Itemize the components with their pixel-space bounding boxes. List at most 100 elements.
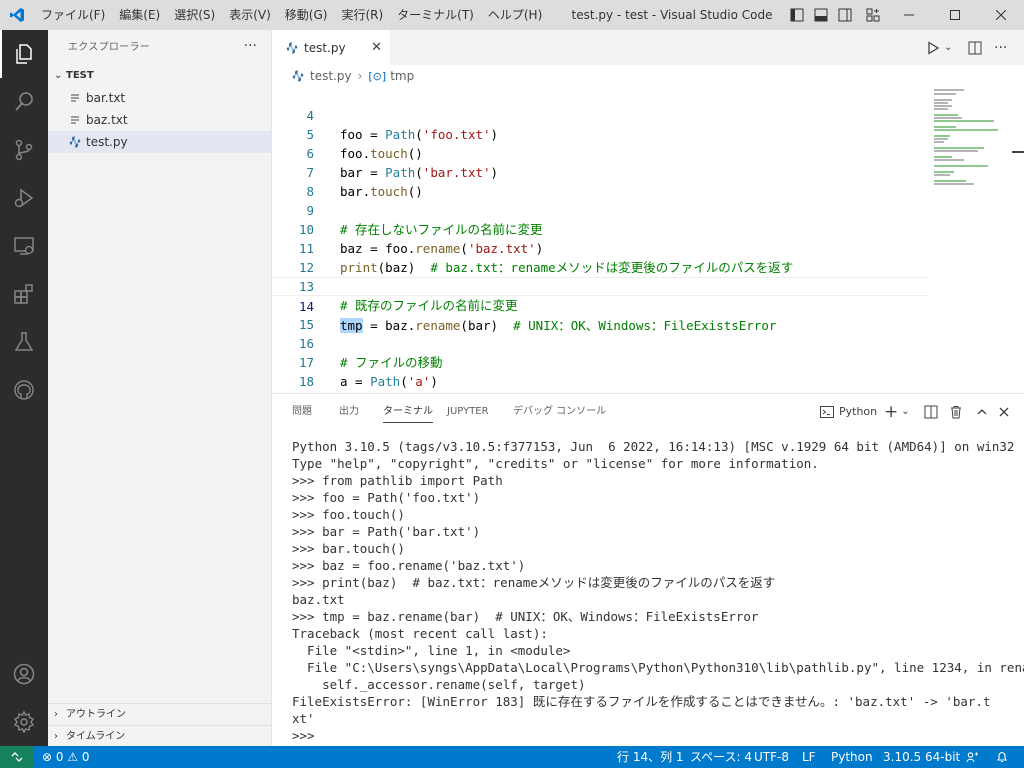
terminal-shell-selector[interactable]: Python — [820, 394, 877, 429]
code-editor[interactable]: 4 foo = Path('foo.txt') 5 foo.touch() 6 … — [272, 87, 928, 393]
code-line[interactable]: 18 a.mkdir() — [272, 353, 928, 389]
toggle-secondary-sidebar-icon[interactable] — [832, 0, 858, 30]
notifications-bell-icon[interactable] — [996, 751, 1008, 765]
account-icon[interactable] — [0, 650, 48, 698]
code-line[interactable]: 15 — [272, 296, 928, 332]
python-file-icon — [68, 136, 82, 148]
tab-label: test.py — [304, 40, 346, 55]
tab-terminal[interactable]: ターミナル — [383, 394, 433, 429]
problems-indicator[interactable]: ⊗ 0 ⚠ 0 — [42, 746, 90, 768]
code-line[interactable]: 10 baz = foo.rename('baz.txt') — [272, 201, 928, 256]
minimap-line — [934, 171, 954, 173]
maximize-button[interactable] — [932, 0, 978, 30]
customize-layout-icon[interactable] — [860, 0, 886, 30]
end-of-line[interactable]: LF — [802, 746, 816, 768]
python-file-icon — [292, 70, 304, 82]
menu-terminal[interactable]: ターミナル(T) — [390, 0, 481, 30]
github-icon[interactable] — [0, 366, 48, 414]
remote-explorer-icon[interactable] — [0, 222, 48, 270]
menu-run[interactable]: 実行(R) — [334, 0, 390, 30]
breadcrumb-file[interactable]: test.py — [310, 69, 352, 83]
tab-debug-console[interactable]: デバッグ コンソール — [513, 394, 606, 429]
code-line[interactable]: 12 — [272, 239, 928, 275]
tab-output[interactable]: 出力 — [339, 394, 359, 429]
minimap-line — [934, 105, 952, 107]
language-mode[interactable]: Python — [831, 746, 873, 768]
variable-icon: [⊙] — [368, 69, 387, 83]
terminal-line: >>> foo.touch() — [292, 507, 405, 522]
new-terminal-icon[interactable]: + ⌄ — [884, 394, 910, 429]
code-line[interactable]: 13 # 既存のファイルの名前に変更 — [272, 258, 928, 313]
menu-edit[interactable]: 編集(E) — [112, 0, 167, 30]
extensions-icon[interactable] — [0, 270, 48, 318]
minimap[interactable] — [928, 87, 1024, 393]
code-line[interactable]: 11 print(baz) # baz.txt：renameメソッドは変更後のフ… — [272, 220, 928, 275]
menu-selection[interactable]: 選択(S) — [167, 0, 222, 30]
python-interpreter[interactable]: 3.10.5 64-bit — [883, 746, 960, 768]
run-debug-icon[interactable] — [0, 174, 48, 222]
timeline-section[interactable]: › タイムライン — [48, 725, 271, 747]
testing-icon[interactable] — [0, 318, 48, 366]
code-line[interactable]: 16 # ファイルの移動 — [272, 315, 928, 370]
code-line[interactable]: 8 — [272, 163, 928, 199]
editor-tab-bar: test.py ✕ ⌄ ··· — [272, 30, 1024, 65]
code-line[interactable]: 17 a = Path('a') — [272, 334, 928, 389]
tab-problems[interactable]: 問題 — [292, 394, 312, 429]
terminal-line: >>> baz = foo.rename('baz.txt') — [292, 558, 526, 573]
shell-name: Python — [839, 405, 878, 418]
file-item-bar-txt[interactable]: bar.txt — [48, 87, 271, 109]
encoding[interactable]: UTF-8 — [754, 746, 789, 768]
minimap-line — [934, 102, 948, 104]
close-tab-icon[interactable]: ✕ — [371, 30, 382, 65]
explorer-title: エクスプローラー — [68, 42, 151, 53]
explorer-icon[interactable] — [0, 30, 48, 78]
code-line[interactable]: 4 foo = Path('foo.txt') — [272, 87, 928, 142]
terminal-line: >>> from pathlib import Path — [292, 473, 503, 488]
menu-view[interactable]: 表示(V) — [222, 0, 278, 30]
terminal-line: Python 3.10.5 (tags/v3.10.5:f377153, Jun… — [292, 439, 1015, 454]
more-actions-icon[interactable]: ··· — [994, 30, 1007, 65]
minimap-line — [934, 99, 952, 101]
split-editor-icon[interactable] — [968, 30, 982, 65]
close-panel-icon[interactable] — [999, 394, 1009, 429]
code-line[interactable]: 5 foo.touch() — [272, 106, 928, 161]
code-line[interactable]: 9 # 存在しないファイルの名前に変更 — [272, 182, 928, 237]
code-line[interactable]: 6 bar = Path('bar.txt') — [272, 125, 928, 180]
chevron-right-icon: › — [54, 709, 58, 720]
file-item-test-py[interactable]: test.py — [48, 131, 271, 153]
menu-help[interactable]: ヘルプ(H) — [481, 0, 549, 30]
tab-test-py[interactable]: test.py ✕ — [272, 30, 390, 65]
code-line-current[interactable]: 14 tmp = baz.rename(bar) # UNIX：OK、Windo… — [272, 277, 928, 333]
file-item-baz-txt[interactable]: baz.txt — [48, 109, 271, 131]
menu-file[interactable]: ファイル(F) — [34, 0, 112, 30]
code-line[interactable]: 19 — [272, 372, 928, 391]
source-control-icon[interactable] — [0, 126, 48, 174]
breadcrumb-symbol[interactable]: tmp — [390, 69, 414, 83]
split-terminal-icon[interactable] — [924, 394, 938, 429]
indentation[interactable]: スペース: 4 — [690, 746, 752, 768]
tab-jupyter[interactable]: JUPYTER — [447, 394, 489, 429]
cursor-position[interactable]: 行 14、列 1 — [617, 746, 684, 768]
minimap-line — [934, 117, 962, 119]
close-window-button[interactable] — [978, 0, 1024, 30]
search-icon[interactable] — [0, 78, 48, 126]
settings-gear-icon[interactable] — [0, 698, 48, 746]
menu-go[interactable]: 移動(G) — [278, 0, 335, 30]
outline-label: アウトライン — [66, 709, 126, 720]
toggle-panel-icon[interactable] — [808, 0, 834, 30]
minimize-button[interactable] — [886, 0, 932, 30]
code-line[interactable]: 7 bar.touch() — [272, 144, 928, 199]
remote-indicator[interactable] — [0, 746, 34, 768]
toggle-sidebar-icon[interactable] — [784, 0, 810, 30]
maximize-panel-icon[interactable] — [976, 394, 988, 429]
trash-icon[interactable] — [949, 394, 963, 429]
run-python-file-icon[interactable]: ⌄ — [926, 30, 952, 65]
terminal-output[interactable]: Python 3.10.5 (tags/v3.10.5:f377153, Jun… — [292, 438, 1024, 744]
breadcrumb: test.py › [⊙] tmp — [272, 65, 1024, 87]
outline-section[interactable]: › アウトライン — [48, 703, 271, 725]
terminal-prompt[interactable]: >>> — [292, 727, 1017, 744]
feedback-icon[interactable] — [966, 751, 978, 765]
text-file-icon — [68, 114, 82, 126]
more-actions-button[interactable]: ··· — [244, 30, 257, 62]
workspace-folder-header[interactable]: ⌄ TEST — [48, 65, 271, 87]
